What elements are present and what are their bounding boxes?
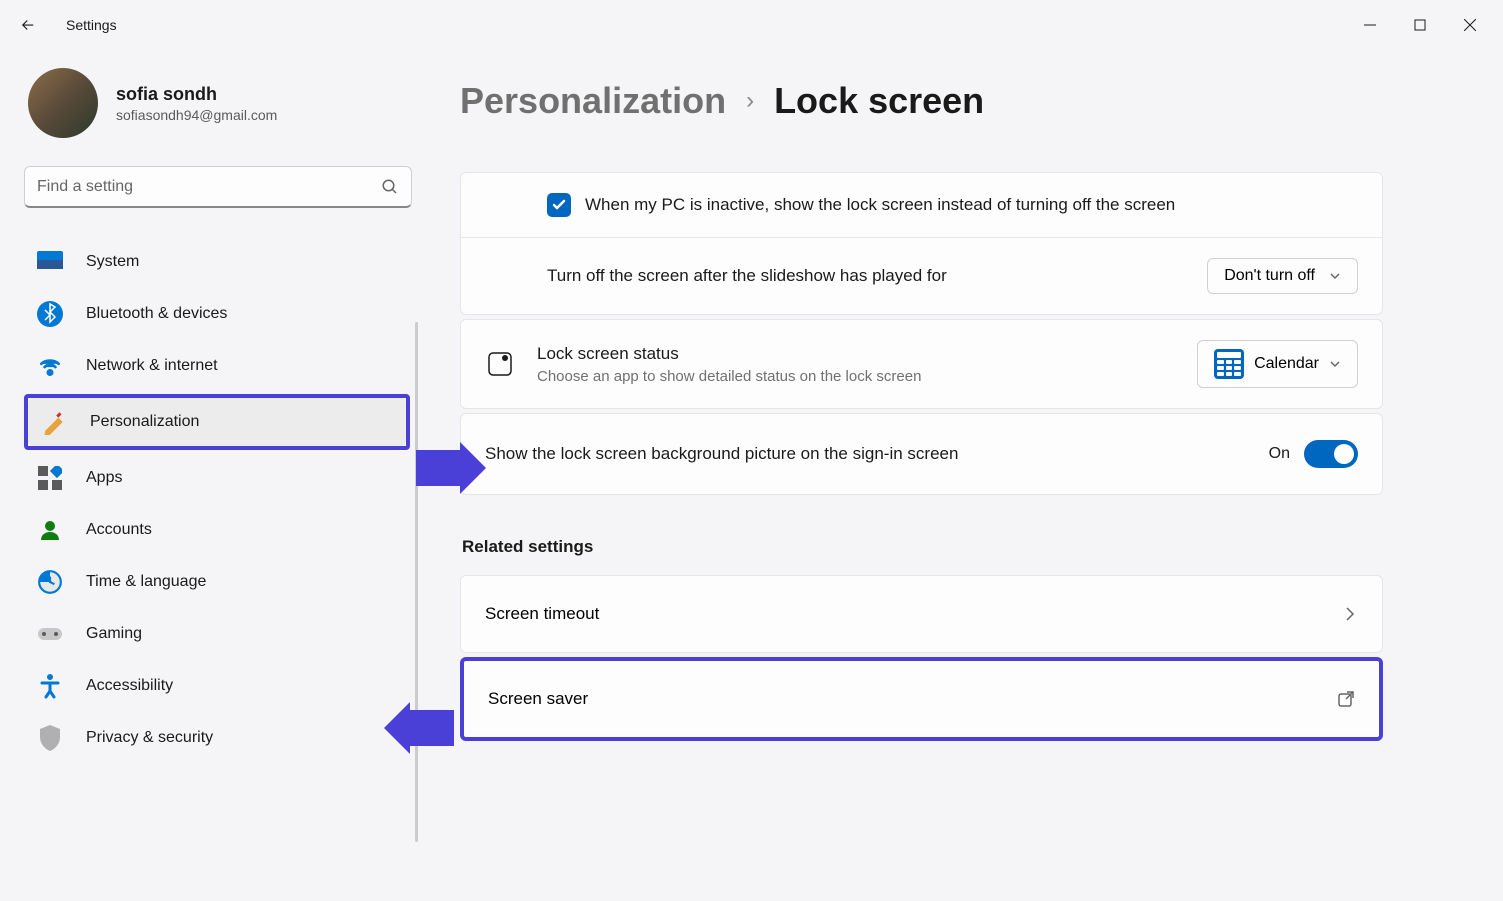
search-input[interactable] <box>37 178 381 196</box>
apps-icon <box>36 464 64 492</box>
gaming-icon <box>36 620 64 648</box>
maximize-button[interactable] <box>1395 5 1445 45</box>
lockscreen-options-card: When my PC is inactive, show the lock sc… <box>460 172 1383 315</box>
back-arrow-icon <box>19 16 37 34</box>
setting-title: Lock screen status <box>537 344 1197 364</box>
setting-subtitle: Choose an app to show detailed status on… <box>537 368 1197 385</box>
nav-label: Network & internet <box>86 357 218 375</box>
external-link-icon <box>1337 690 1355 708</box>
status-row: Lock screen status Choose an app to show… <box>461 320 1382 408</box>
turnoff-dropdown[interactable]: Don't turn off <box>1207 258 1358 294</box>
link-label: Screen saver <box>488 689 588 709</box>
status-app-dropdown[interactable]: Calendar <box>1197 340 1358 388</box>
annotation-arrow-screensaver <box>406 710 454 746</box>
back-button[interactable] <box>8 5 48 45</box>
nav-label: Gaming <box>86 625 142 643</box>
nav-item-accessibility[interactable]: Accessibility <box>24 662 410 710</box>
checkbox-checked[interactable] <box>547 193 571 217</box>
dropdown-value: Don't turn off <box>1224 267 1315 285</box>
setting-label: Turn off the screen after the slideshow … <box>547 266 947 286</box>
chevron-right-icon <box>1342 606 1358 622</box>
search-icon <box>381 178 399 196</box>
profile-name: sofia sondh <box>116 84 277 105</box>
screen-timeout-link[interactable]: Screen timeout <box>460 575 1383 653</box>
system-icon <box>36 248 64 276</box>
accessibility-icon <box>36 672 64 700</box>
breadcrumb-parent[interactable]: Personalization <box>460 80 726 122</box>
nav-label: System <box>86 253 139 271</box>
breadcrumb: Personalization › Lock screen <box>460 80 1383 122</box>
toggle-state-label: On <box>1269 445 1290 463</box>
nav-item-accounts[interactable]: Accounts <box>24 506 410 554</box>
related-settings-title: Related settings <box>462 537 1383 557</box>
dropdown-value: Calendar <box>1254 355 1319 373</box>
breadcrumb-current: Lock screen <box>774 80 984 122</box>
nav-label: Accounts <box>86 521 152 539</box>
nav-label: Bluetooth & devices <box>86 305 227 323</box>
close-icon <box>1464 19 1476 31</box>
nav-label: Privacy & security <box>86 729 213 747</box>
nav-item-gaming[interactable]: Gaming <box>24 610 410 658</box>
profile-email: sofiasondh94@gmail.com <box>116 107 277 123</box>
nav-label: Time & language <box>86 573 206 591</box>
privacy-icon <box>36 724 64 752</box>
lockscreen-status-card: Lock screen status Choose an app to show… <box>460 319 1383 409</box>
search-box[interactable] <box>24 166 412 208</box>
check-icon <box>551 197 567 213</box>
setting-label: Show the lock screen background picture … <box>485 444 1269 464</box>
annotation-arrow-personalization <box>416 450 464 486</box>
nav-label: Personalization <box>90 413 199 431</box>
nav-item-system[interactable]: System <box>24 238 410 286</box>
nav-item-bluetooth[interactable]: Bluetooth & devices <box>24 290 410 338</box>
nav-item-network[interactable]: Network & internet <box>24 342 410 390</box>
app-title: Settings <box>66 17 117 33</box>
maximize-icon <box>1414 19 1426 31</box>
status-icon <box>485 349 515 379</box>
network-icon <box>36 352 64 380</box>
bluetooth-icon <box>36 300 64 328</box>
minimize-button[interactable] <box>1345 5 1395 45</box>
inactive-checkbox-row[interactable]: When my PC is inactive, show the lock sc… <box>461 173 1382 237</box>
screen-saver-link[interactable]: Screen saver <box>460 657 1383 741</box>
avatar <box>28 68 98 138</box>
chevron-down-icon <box>1329 270 1341 282</box>
nav-item-personalization[interactable]: Personalization <box>28 398 406 446</box>
chevron-right-icon: › <box>746 87 754 115</box>
nav-item-privacy[interactable]: Privacy & security <box>24 714 410 762</box>
nav-label: Apps <box>86 469 122 487</box>
close-button[interactable] <box>1445 5 1495 45</box>
nav-label: Accessibility <box>86 677 173 695</box>
nav-item-time[interactable]: Time & language <box>24 558 410 606</box>
sidebar-scrollbar[interactable] <box>415 322 418 842</box>
accounts-icon <box>36 516 64 544</box>
signin-bg-card[interactable]: Show the lock screen background picture … <box>460 413 1383 495</box>
minimize-icon <box>1364 19 1376 31</box>
personalization-icon <box>40 408 68 436</box>
nav-item-apps[interactable]: Apps <box>24 454 410 502</box>
profile-section[interactable]: sofia sondh sofiasondh94@gmail.com <box>24 68 410 138</box>
time-icon <box>36 568 64 596</box>
checkbox-label: When my PC is inactive, show the lock sc… <box>585 195 1175 215</box>
signin-bg-toggle[interactable] <box>1304 440 1358 468</box>
chevron-down-icon <box>1329 358 1341 370</box>
turnoff-row: Turn off the screen after the slideshow … <box>461 237 1382 314</box>
calendar-icon <box>1214 349 1244 379</box>
link-label: Screen timeout <box>485 604 599 624</box>
